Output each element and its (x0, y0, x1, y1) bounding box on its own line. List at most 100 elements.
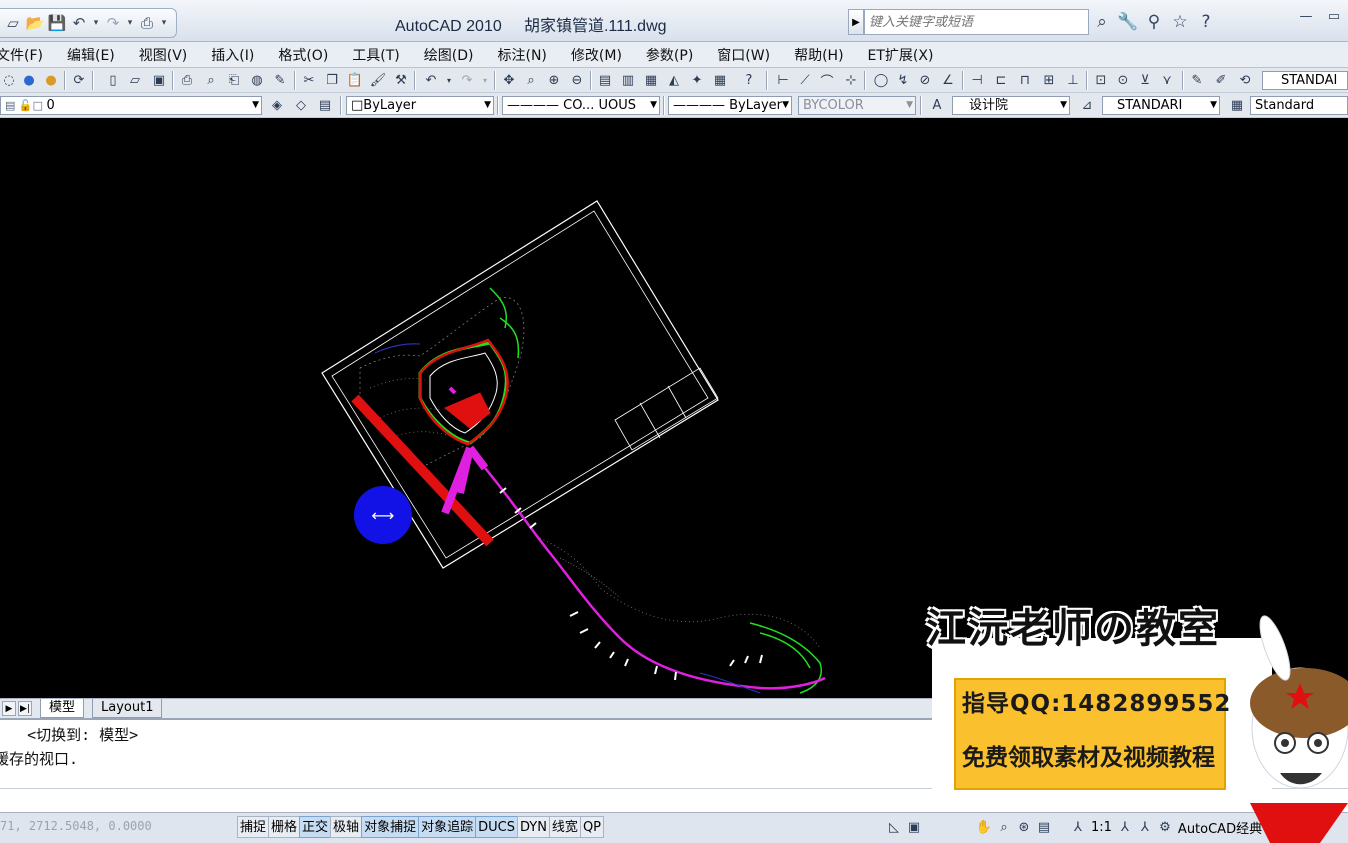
toggle-otrack[interactable]: 对象追踪 (418, 816, 477, 838)
cut-icon[interactable]: ✂ (300, 71, 318, 89)
undo-icon[interactable]: ↶ (68, 12, 90, 34)
save-icon[interactable]: 💾 (46, 12, 68, 34)
redo-icon[interactable]: ↷ (102, 12, 124, 34)
menu-dimension[interactable]: 标注(N) (486, 45, 559, 65)
3d-orbit-icon[interactable]: ⟳ (70, 71, 88, 89)
help-icon[interactable]: ? (1193, 9, 1219, 35)
prev-tab-icon[interactable]: ▶ (2, 701, 16, 716)
linetype-select[interactable]: ———— CO... UOUS ▼ (502, 96, 660, 115)
text-style-icon[interactable]: A (928, 96, 946, 114)
dim-update-icon[interactable]: ⟲ (1236, 71, 1254, 89)
jogged-dim-icon[interactable]: ↯ (894, 71, 912, 89)
arc-length-icon[interactable]: ⌒ (818, 71, 836, 90)
toggle-snap[interactable]: 捕捉 (237, 816, 270, 838)
zoom-previous-icon[interactable]: ⊖ (568, 71, 586, 89)
pan-icon[interactable]: ✥ (500, 71, 518, 89)
menu-express[interactable]: ET扩展(X) (856, 45, 946, 65)
dim-space-icon[interactable]: ⊞ (1040, 71, 1058, 89)
table-style-icon[interactable]: ▦ (1228, 96, 1246, 114)
help-icon[interactable]: ? (740, 71, 758, 89)
satellite-icon[interactable]: ⚲ (1141, 9, 1167, 35)
menu-edit[interactable]: 编辑(E) (55, 45, 127, 65)
undo-dropdown-icon[interactable]: ▾ (90, 12, 102, 34)
text-style-dropdown[interactable]: STANDARI ▼ (1102, 96, 1220, 115)
lineweight-select[interactable]: ———— ByLayer ▼ (668, 96, 792, 115)
baseline-dim-icon[interactable]: ⊏ (992, 71, 1010, 89)
open-icon[interactable]: 📂 (24, 12, 46, 34)
color-select[interactable]: □ByLayer ▼ (346, 96, 494, 115)
menu-format[interactable]: 格式(O) (266, 45, 340, 65)
tab-layout1[interactable]: Layout1 (92, 699, 163, 718)
layer-previous-icon[interactable]: ◇ (292, 96, 310, 114)
toggle-osnap[interactable]: 对象捕捉 (361, 816, 420, 838)
properties-icon[interactable]: ▤ (596, 71, 614, 89)
plotstyle-select[interactable]: BYCOLOR ▼ (798, 96, 916, 115)
menu-tools[interactable]: 工具(T) (340, 45, 411, 65)
toggle-ducs[interactable]: DUCS (475, 816, 518, 838)
make-current-layer-icon[interactable]: ◈ (268, 96, 286, 114)
preview-icon[interactable]: ⌕ (202, 71, 220, 89)
design-center-icon[interactable]: ▥ (619, 71, 637, 89)
calculator-icon[interactable]: ▦ (711, 71, 729, 89)
publish-icon[interactable]: ⎗ (225, 71, 243, 89)
markup-icon[interactable]: ✦ (688, 71, 706, 89)
plot-icon[interactable]: ⎙ (178, 71, 196, 89)
search-expand-icon[interactable]: ▶ (848, 9, 864, 35)
redo-dropdown-icon[interactable]: ▾ (476, 71, 494, 89)
sheet-set-icon[interactable]: ✎ (271, 71, 289, 89)
menu-draw[interactable]: 绘图(D) (412, 45, 486, 65)
diameter-dim-icon[interactable]: ⊘ (916, 71, 934, 89)
toggle-qp[interactable]: QP (579, 816, 605, 838)
inspection-icon[interactable]: ⊻ (1136, 71, 1154, 89)
material-icon[interactable]: ● (42, 71, 60, 89)
toggle-grid[interactable]: 栅格 (268, 816, 301, 838)
tolerance-icon[interactable]: ⊡ (1092, 71, 1110, 89)
table-style-dropdown[interactable]: Standard (1250, 96, 1348, 115)
menu-modify[interactable]: 修改(M) (559, 45, 634, 65)
search-input[interactable] (864, 9, 1089, 35)
layer-manager-icon[interactable]: ▤ (316, 96, 334, 114)
model-space-icon[interactable]: ◺ (884, 817, 904, 837)
continue-dim-icon[interactable]: ⊓ (1016, 71, 1034, 89)
zoom-window-icon[interactable]: ⊕ (545, 71, 563, 89)
menu-help[interactable]: 帮助(H) (782, 45, 855, 65)
visual-style-icon[interactable]: ◌ (0, 71, 18, 89)
redo-icon[interactable]: ↷ (458, 71, 476, 89)
menu-file[interactable]: 文件(F) (0, 45, 55, 65)
menu-view[interactable]: 视图(V) (127, 45, 200, 65)
redo-dropdown-icon[interactable]: ▾ (124, 12, 136, 34)
quick-dim-icon[interactable]: ⊣ (968, 71, 986, 89)
match-properties-icon[interactable]: 🖌 (369, 71, 387, 89)
dim-style-dropdown[interactable]: 设计院 ▼ (952, 96, 1070, 115)
block-editor-icon[interactable]: ⚒ (392, 71, 410, 89)
aligned-dim-icon[interactable]: ⟋ (796, 71, 814, 89)
binoculars-icon[interactable]: ⌕ (1089, 9, 1115, 35)
favorites-star-icon[interactable]: ☆ (1167, 9, 1193, 35)
zoom-realtime-icon[interactable]: ⌕ (522, 71, 540, 89)
radius-dim-icon[interactable]: ◯ (872, 71, 890, 89)
dim-edit-icon[interactable]: ✎ (1188, 71, 1206, 89)
menu-parametric[interactable]: 参数(P) (634, 45, 705, 65)
toggle-dyn[interactable]: DYN (516, 816, 550, 838)
tab-model[interactable]: 模型 (40, 699, 85, 718)
tool-palettes-icon[interactable]: ▦ (642, 71, 660, 89)
3d-dwf-icon[interactable]: ◍ (248, 71, 266, 89)
realistic-style-icon[interactable]: ● (20, 71, 38, 89)
dim-style-select[interactable]: STANDAI (1262, 71, 1348, 90)
minimize-icon[interactable]: — (1292, 6, 1320, 26)
dim-style-icon[interactable]: ⊿ (1078, 96, 1096, 114)
new-icon[interactable]: ▯ (104, 71, 122, 89)
layer-select[interactable]: ▤ 🔓□ 0 ▼ (0, 96, 262, 115)
menu-window[interactable]: 窗口(W) (705, 45, 782, 65)
sheet-set-manager-icon[interactable]: ◭ (665, 71, 683, 89)
restore-icon[interactable]: ▭ (1320, 6, 1348, 26)
toggle-ortho[interactable]: 正交 (299, 816, 332, 838)
menu-insert[interactable]: 插入(I) (199, 45, 266, 65)
toggle-lineweight[interactable]: 线宽 (548, 816, 581, 838)
toggle-polar[interactable]: 极轴 (330, 816, 363, 838)
wrench-icon[interactable]: 🔧 (1115, 9, 1141, 35)
undo-icon[interactable]: ↶ (422, 71, 440, 89)
jogged-linear-icon[interactable]: ⋎ (1158, 71, 1176, 89)
save-icon[interactable]: ▣ (150, 71, 168, 89)
dim-break-icon[interactable]: ⊥ (1064, 71, 1082, 89)
